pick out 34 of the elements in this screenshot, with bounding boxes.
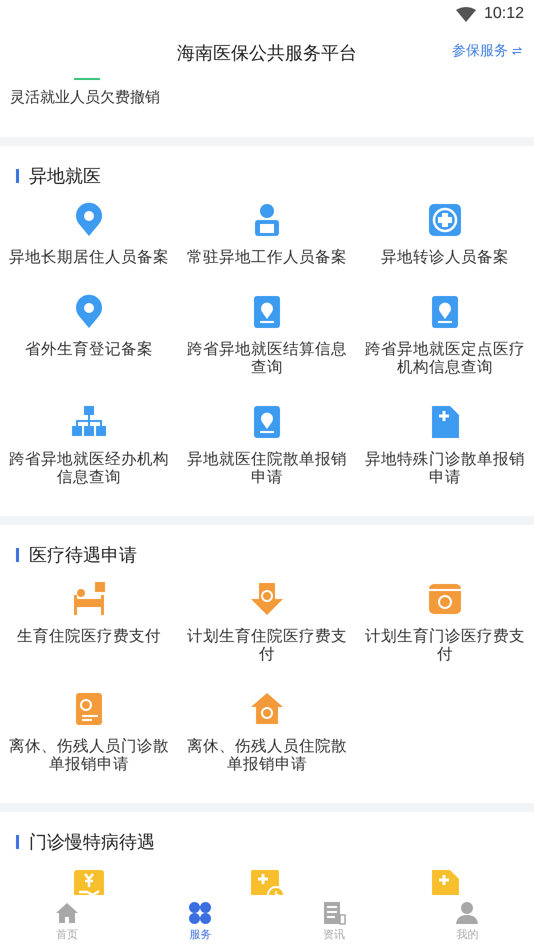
service-label[interactable]: 计划生育门诊医疗费支付	[361, 627, 529, 663]
home-icon	[54, 901, 79, 925]
service-label[interactable]: 异地长期居住人员备案	[9, 248, 169, 266]
service-label[interactable]: 跨省异地就医结算信息查询	[183, 340, 351, 376]
section-title: 门诊慢特病待遇	[29, 831, 155, 854]
news-icon	[322, 901, 346, 925]
service-label[interactable]: 生育住院医疗费支付	[17, 627, 161, 645]
section-title: 异地就医	[29, 165, 101, 188]
yen-hand-icon[interactable]	[71, 868, 107, 895]
page-title: 海南医保公共服务平台	[177, 42, 357, 65]
section-title: 医疗待遇申请	[29, 544, 137, 567]
service-label[interactable]: 异地转诊人员备案	[381, 248, 509, 266]
service-label[interactable]: 离休、伤残人员门诊散单报销申请	[5, 737, 173, 773]
swap-icon	[512, 47, 522, 55]
service-label[interactable]: 异地特殊门诊散单报销申请	[361, 450, 529, 486]
service-label[interactable]: 跨省异地就医定点医疗机构信息查询	[361, 340, 529, 376]
service-label[interactable]: 异地就医住院散单报销申请	[183, 450, 351, 486]
service-label[interactable]: 省外生育登记备案	[25, 340, 153, 358]
bed-icon[interactable]	[71, 581, 107, 617]
service-label[interactable]: 常驻异地工作人员备案	[187, 248, 347, 266]
card-icon[interactable]	[427, 581, 463, 617]
grid-icon	[188, 901, 212, 925]
service-label[interactable]: 跨省异地就医经办机构信息查询	[5, 450, 173, 486]
nav-tab[interactable]: 服务	[134, 895, 267, 949]
status-time: 10:12	[484, 5, 524, 23]
down-arrow-icon[interactable]	[249, 581, 285, 617]
insurance-service-link[interactable]: 参保服务	[452, 42, 522, 60]
wifi-icon	[456, 6, 476, 22]
service-label[interactable]: 计划生育住院医疗费支付	[183, 627, 351, 663]
service-label[interactable]: 灵活就业人员欠费撤销	[10, 88, 160, 107]
user-icon	[455, 901, 480, 925]
service-label[interactable]: 离休、伤残人员住院散单报销申请	[183, 737, 351, 773]
medical-cross-icon[interactable]	[427, 202, 463, 238]
document-clock-icon[interactable]	[249, 868, 285, 895]
